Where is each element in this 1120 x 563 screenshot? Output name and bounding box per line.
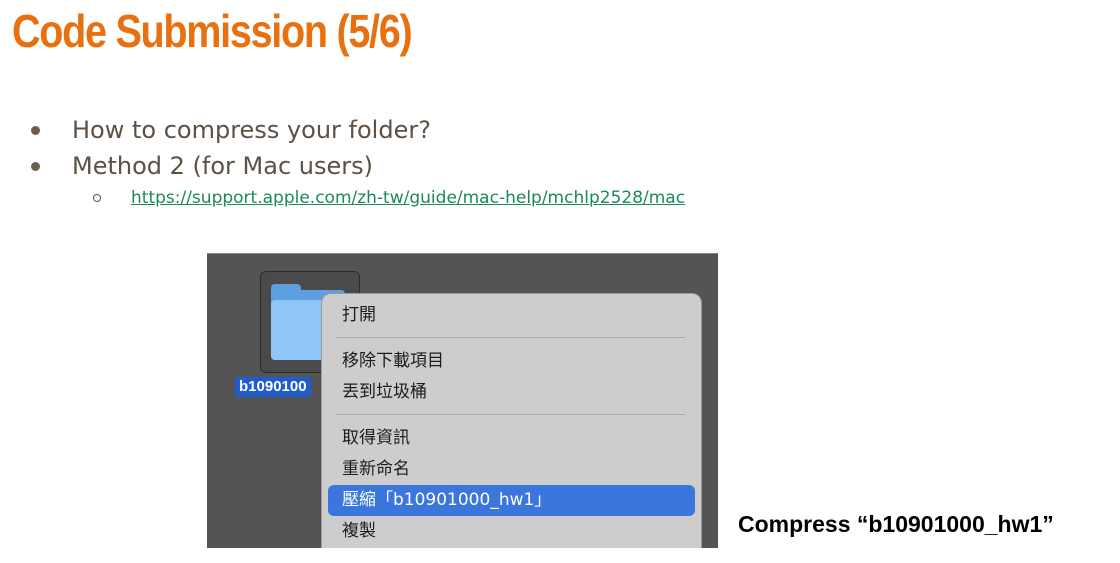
caption: Compress “b10901000_hw1” [738,511,1054,537]
bullet-text: How to compress your folder? [72,116,431,144]
bullet-dot-icon [31,161,40,171]
support-link[interactable]: https://support.apple.com/zh-tw/guide/ma… [131,188,685,208]
menu-item-get-info[interactable]: 取得資訊 [328,423,695,454]
menu-item-rename[interactable]: 重新命名 [328,454,695,485]
bullet-text: Method 2 (for Mac users) [72,152,373,180]
sub-bullet-circle-icon [93,194,101,202]
bullet-item: Method 2 (for Mac users) [31,152,373,180]
folder-tab-shape [271,284,301,294]
menu-item-remove-download[interactable]: 移除下載項目 [328,346,695,377]
menu-item-move-to-trash[interactable]: 丟到垃圾桶 [328,377,695,408]
bullet-dot-icon [31,125,40,135]
menu-item-compress[interactable]: 壓縮「b10901000_hw1」 [328,485,695,516]
menu-separator [336,337,685,338]
folder-name-label[interactable]: b1090100 [235,377,311,397]
bullet-item: How to compress your folder? [31,116,431,144]
sub-bullet-item: https://support.apple.com/zh-tw/guide/ma… [93,188,685,208]
menu-item-duplicate[interactable]: 複製 [328,516,695,547]
menu-separator [336,414,685,415]
menu-item-open[interactable]: 打開 [328,300,695,331]
context-menu: 打開 移除下載項目 丟到垃圾桶 取得資訊 重新命名 壓縮「b10901000_h… [322,294,701,548]
finder-screenshot: b1090100 打開 移除下載項目 丟到垃圾桶 取得資訊 重新命名 壓縮「b1… [207,253,718,548]
slide-title: Code Submission (5/6) [12,5,413,57]
